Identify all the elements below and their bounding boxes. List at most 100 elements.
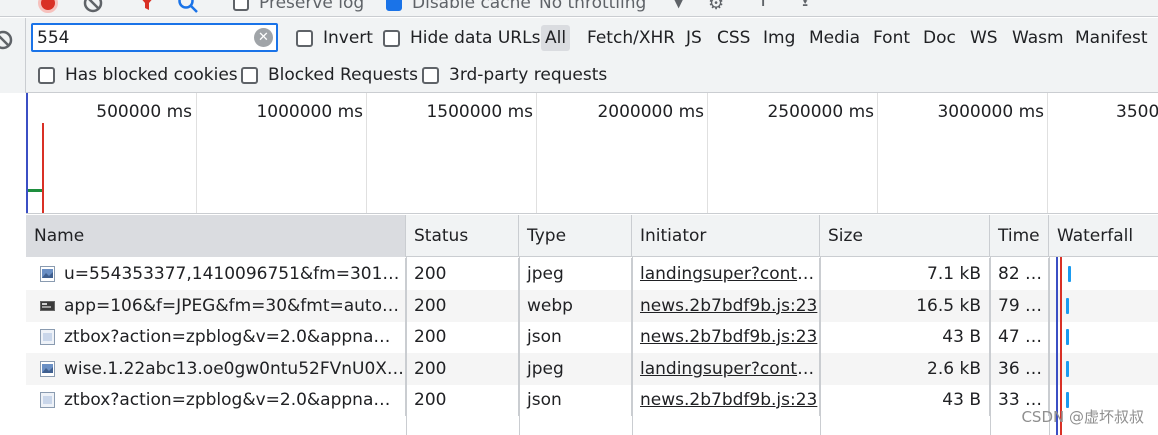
- column-header-time[interactable]: Time: [990, 215, 1049, 257]
- table-row[interactable]: ztbox?action=zpblog&v=2.0&appname=news20…: [26, 321, 1158, 353]
- type-filter-manifest[interactable]: Manifest: [1071, 25, 1152, 51]
- filter-button[interactable]: [137, 0, 157, 15]
- cell-initiator[interactable]: news.2b7bdf9b.js:23: [632, 384, 820, 416]
- blocked-requests-label: Blocked Requests: [268, 65, 418, 85]
- cell-type: json: [519, 384, 632, 416]
- column-header-initiator[interactable]: Initiator: [632, 215, 820, 257]
- timeline-tick-label: 1500000 ms: [426, 102, 533, 122]
- cell-initiator[interactable]: landingsuper?context=: [632, 352, 820, 385]
- grid-line: [366, 93, 367, 213]
- grid-line: [1047, 93, 1048, 213]
- third-party-requests-checkbox[interactable]: 3rd-party requests: [422, 63, 607, 87]
- cell-initiator[interactable]: landingsuper?context=: [632, 258, 820, 290]
- preserve-log-checkbox[interactable]: Preserve log: [233, 0, 364, 15]
- column-header-type[interactable]: Type: [519, 215, 632, 257]
- export-har-button[interactable]: ⭳: [802, 0, 808, 15]
- table-row[interactable]: app=106&f=JPEG&fm=30&fmt=auto&size=f218,…: [26, 289, 1158, 322]
- has-blocked-cookies-label: Has blocked cookies: [65, 65, 238, 85]
- cell-name: ztbox?action=zpblog&v=2.0&appname=news: [26, 384, 406, 416]
- type-filter-fetch-xhr[interactable]: Fetch/XHR: [583, 25, 679, 51]
- column-header-waterfall[interactable]: Waterfall: [1049, 215, 1158, 257]
- cell-size: 43 B: [820, 384, 990, 416]
- cell-status: 200: [406, 258, 519, 290]
- table-row[interactable]: wise.1.22abc13.oe0gw0ntu52FVnU0Xj9Z.png 2…: [26, 352, 1158, 385]
- column-divider: [990, 257, 991, 435]
- column-divider: [519, 257, 520, 435]
- checkbox-box: [38, 66, 55, 84]
- hide-data-urls-checkbox[interactable]: Hide data URLs: [383, 26, 540, 50]
- cell-type: json: [519, 321, 632, 353]
- type-filter-wasm[interactable]: Wasm: [1008, 25, 1068, 51]
- requests-table: Name Status Type Initiator Size Time Wat…: [26, 215, 1158, 435]
- cell-name: wise.1.22abc13.oe0gw0ntu52FVnU0Xj9Z.png: [26, 352, 406, 385]
- type-filter-doc[interactable]: Doc: [919, 25, 960, 51]
- cell-type: jpeg: [519, 258, 632, 290]
- clear-button[interactable]: [82, 0, 104, 15]
- column-divider: [820, 257, 821, 435]
- import-har-button[interactable]: ⭱: [760, 0, 766, 15]
- disable-cache-checkbox[interactable]: Disable cache: [386, 0, 531, 15]
- timeline-overview[interactable]: 500000 ms 1000000 ms 1500000 ms 2000000 …: [26, 93, 1158, 214]
- upload-icon: ⭱: [760, 0, 767, 11]
- left-panel-strip: [0, 18, 26, 93]
- filter-input[interactable]: [33, 25, 243, 50]
- watermark: CSDN @虚坏叔叔: [1021, 408, 1144, 426]
- timeline-tick-label: 2000000 ms: [597, 102, 704, 122]
- cell-initiator[interactable]: news.2b7bdf9b.js:23: [632, 289, 820, 322]
- column-header-status[interactable]: Status: [406, 215, 519, 257]
- checkbox-box: [296, 29, 313, 47]
- grid-line: [536, 93, 537, 213]
- cell-size: 16.5 kB: [820, 289, 990, 322]
- disable-cache-label: Disable cache: [412, 0, 531, 13]
- invert-checkbox[interactable]: Invert: [296, 26, 373, 50]
- search-button[interactable]: [177, 0, 199, 15]
- network-settings-button[interactable]: ⚙: [708, 0, 724, 15]
- filter-search-box: ✕: [31, 23, 278, 52]
- column-header-name[interactable]: Name: [26, 215, 406, 257]
- type-filter-img[interactable]: Img: [759, 25, 799, 51]
- cell-type: jpeg: [519, 352, 632, 385]
- table-row[interactable]: ztbox?action=zpblog&v=2.0&appname=news20…: [26, 384, 1158, 416]
- cell-size: 43 B: [820, 321, 990, 353]
- dom-content-loaded-line: [26, 93, 28, 213]
- timeline-tick-label: 2500000 ms: [767, 102, 874, 122]
- checkbox-box: [422, 66, 439, 84]
- cell-name: u=554353377,1410096751&fm=3012&app=3000&…: [26, 258, 406, 290]
- table-header: Name Status Type Initiator Size Time Wat…: [26, 215, 1158, 257]
- preserve-log-label: Preserve log: [259, 0, 365, 13]
- cell-time: 36 ms: [990, 352, 1049, 385]
- column-header-size[interactable]: Size: [820, 215, 990, 257]
- download-icon: ⭳: [802, 0, 809, 11]
- waterfall-bar: [1066, 297, 1069, 314]
- type-filter-js[interactable]: JS: [682, 25, 706, 51]
- checkbox-box: [241, 66, 258, 84]
- type-filter-all[interactable]: All: [541, 25, 571, 51]
- network-toolbar: Preserve log Disable cache No throttling…: [0, 0, 1158, 17]
- blocked-requests-checkbox[interactable]: Blocked Requests: [241, 63, 418, 87]
- type-filter-font[interactable]: Font: [869, 25, 914, 51]
- invert-label: Invert: [323, 28, 373, 48]
- type-filter-css[interactable]: CSS: [713, 25, 754, 51]
- throttling-select[interactable]: No throttling ▼: [539, 0, 683, 15]
- type-filter-media[interactable]: Media: [805, 25, 864, 51]
- search-icon: [178, 0, 198, 13]
- cell-status: 200: [406, 321, 519, 353]
- clear-input-icon[interactable]: ✕: [254, 28, 273, 47]
- type-filter-ws[interactable]: WS: [966, 25, 1002, 51]
- cell-initiator[interactable]: news.2b7bdf9b.js:23: [632, 321, 820, 353]
- record-button[interactable]: [38, 0, 58, 15]
- checkbox-box: [383, 29, 400, 47]
- cell-status: 200: [406, 289, 519, 322]
- cell-size: 7.1 kB: [820, 258, 990, 290]
- grid-line: [196, 93, 197, 213]
- table-row[interactable]: u=554353377,1410096751&fm=3012&app=3000&…: [26, 258, 1158, 290]
- waterfall-bar: [1066, 329, 1069, 345]
- has-blocked-cookies-checkbox[interactable]: Has blocked cookies: [38, 63, 238, 87]
- waterfall-bar: [1066, 360, 1069, 377]
- timeline-tick-label: 1000000 ms: [256, 102, 363, 122]
- checkbox-box: [233, 0, 249, 11]
- cell-size: 2.6 kB: [820, 352, 990, 385]
- hide-data-urls-label: Hide data URLs: [410, 28, 541, 48]
- third-party-requests-label: 3rd-party requests: [449, 65, 608, 85]
- filter-icon: [142, 0, 152, 10]
